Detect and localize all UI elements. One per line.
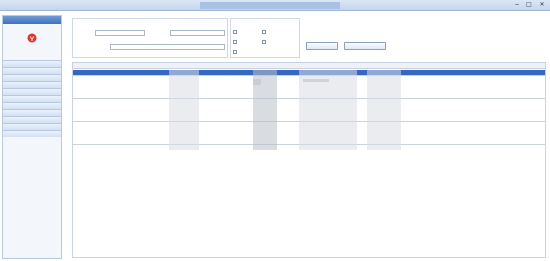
filter-input-1[interactable] xyxy=(95,30,145,36)
redacted-region xyxy=(303,79,329,82)
data-table xyxy=(72,62,546,258)
filter-checkbox-2[interactable] xyxy=(262,30,266,34)
filter-input-2[interactable] xyxy=(170,30,225,36)
redacted-region xyxy=(299,70,357,150)
redacted-region xyxy=(169,70,199,150)
redacted-region xyxy=(367,70,401,150)
sidebar-item-5[interactable] xyxy=(3,88,61,95)
filter-checkbox-1[interactable] xyxy=(233,30,237,34)
query-button[interactable] xyxy=(306,42,338,50)
window-title xyxy=(200,2,340,9)
sidebar-item-4[interactable] xyxy=(3,81,61,88)
sidebar-item-11[interactable] xyxy=(3,130,61,137)
sidebar-item-2[interactable] xyxy=(3,67,61,74)
close-button[interactable]: ✕ xyxy=(537,0,547,9)
redacted-region xyxy=(253,79,261,85)
sidebar-item-7[interactable] xyxy=(3,102,61,109)
filter-checkbox-4[interactable] xyxy=(262,40,266,44)
filter-group-2 xyxy=(230,18,300,58)
gift-icon[interactable] xyxy=(27,33,37,43)
sidebar-header[interactable] xyxy=(3,16,61,24)
sidebar-item-10[interactable] xyxy=(3,123,61,130)
filter-checkbox-5[interactable] xyxy=(233,50,237,54)
sidebar xyxy=(2,15,62,259)
sidebar-item-3[interactable] xyxy=(3,74,61,81)
maximize-button[interactable]: □ xyxy=(524,0,534,9)
filter-input-3[interactable] xyxy=(110,44,225,50)
window-titlebar: − □ ✕ xyxy=(0,0,550,11)
filter-checkbox-3[interactable] xyxy=(233,40,237,44)
sidebar-item-6[interactable] xyxy=(3,95,61,102)
table-header xyxy=(73,63,545,69)
sidebar-item-8[interactable] xyxy=(3,109,61,116)
filter-group-1 xyxy=(72,18,228,58)
export-button[interactable] xyxy=(344,42,386,50)
minimize-button[interactable]: − xyxy=(512,0,522,9)
sidebar-item-9[interactable] xyxy=(3,116,61,123)
sidebar-item-1[interactable] xyxy=(3,60,61,67)
